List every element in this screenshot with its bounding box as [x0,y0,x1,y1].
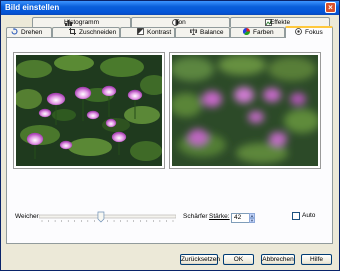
ok-button[interactable]: OK [223,254,254,265]
strength-spinner[interactable]: ▲ ▼ [249,213,255,223]
tab-ton[interactable]: Ton [131,17,230,27]
focus-preview [169,52,321,169]
tab-drehen[interactable]: Drehen [6,27,52,37]
focus-slider[interactable] [39,211,176,224]
reset-button[interactable]: Zurücksetzen [180,254,220,265]
contrast-icon [137,28,144,35]
tab-farben[interactable]: Farben [230,27,285,37]
sharper-label: Schärfer [183,213,208,220]
original-image [16,55,162,166]
close-button[interactable]: × [325,2,336,13]
crop-icon [69,28,76,35]
auto-checkbox[interactable] [292,212,300,220]
spin-down-icon[interactable]: ▼ [249,218,255,223]
tab-zuschneiden[interactable]: Zuschneiden [52,27,120,37]
help-button[interactable]: Hilfe [301,254,332,265]
auto-label: Auto [302,212,316,219]
focus-icon [295,28,302,35]
tab-balance[interactable]: Balance [175,27,230,37]
balance-icon [189,28,198,35]
preview-image [172,55,318,166]
colors-icon [242,27,251,36]
strength-label: Stärke: [209,213,230,220]
strength-input[interactable]: 42 [231,213,250,223]
strength-label-text: Stärke: [209,213,230,220]
rotate-icon [11,28,18,35]
cancel-button[interactable]: Abbrechen [261,254,295,265]
tab-histogramm[interactable]: Histogramm [32,17,131,27]
tab-fokus[interactable]: Fokus [285,26,333,38]
softer-label: Weicher [15,213,39,220]
close-icon: × [328,3,333,12]
tab-kontrast[interactable]: Kontrast [120,27,175,37]
window-title: Bild einstellen [5,3,60,12]
title-bar[interactable]: Bild einstellen × [1,1,339,15]
original-preview [13,52,165,169]
slider-thumb[interactable] [97,211,105,223]
